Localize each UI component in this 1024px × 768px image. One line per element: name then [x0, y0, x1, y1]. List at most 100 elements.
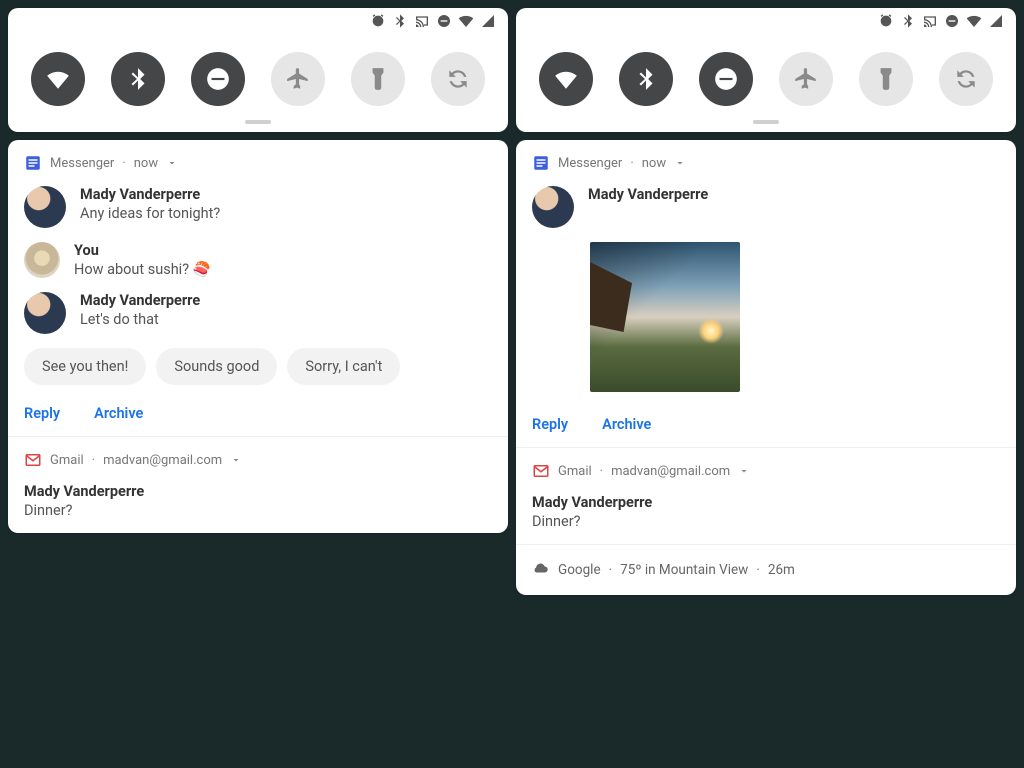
- dot-separator: ·: [122, 156, 125, 171]
- notification-header[interactable]: Messenger · now: [532, 154, 1000, 172]
- chevron-down-icon[interactable]: [738, 465, 750, 477]
- status-bar: [516, 8, 1016, 34]
- weather-notification[interactable]: Google · 75º in Mountain View · 26m: [516, 545, 1016, 595]
- alarm-icon: [878, 13, 894, 33]
- dot-separator: ·: [92, 453, 95, 468]
- cast-icon: [922, 13, 938, 33]
- signal-icon: [480, 13, 496, 33]
- cloud-icon: [532, 559, 550, 581]
- message-body: Let's do that: [80, 311, 200, 328]
- gmail-app-icon: [24, 451, 42, 469]
- message-body: Any ideas for tonight?: [80, 205, 220, 222]
- messenger-app-icon: [24, 154, 42, 172]
- dot-separator: ·: [630, 156, 633, 171]
- right-panel: Messenger · now Mady Vanderperre Reply A…: [516, 8, 1016, 760]
- avatar: [532, 186, 574, 228]
- messenger-notification[interactable]: Messenger · now Mady Vanderperre Reply A…: [516, 140, 1016, 447]
- drag-handle[interactable]: [753, 120, 779, 124]
- message-item: Mady Vanderperre Let's do that: [24, 292, 492, 334]
- airplane-tile[interactable]: [779, 52, 833, 106]
- flashlight-tile[interactable]: [351, 52, 405, 106]
- gmail-notification[interactable]: Gmail · madvan@gmail.com Mady Vanderperr…: [516, 448, 1016, 544]
- dnd-tile[interactable]: [699, 52, 753, 106]
- messenger-app-icon: [532, 154, 550, 172]
- notification-actions: Reply Archive: [532, 406, 1000, 433]
- dnd-icon: [436, 13, 452, 33]
- notifications-card: Messenger · now Mady Vanderperre Any ide…: [8, 140, 508, 533]
- cast-icon: [414, 13, 430, 33]
- smart-reply-chip[interactable]: See you then!: [24, 348, 146, 385]
- chevron-down-icon[interactable]: [674, 157, 686, 169]
- wifi-tile[interactable]: [31, 52, 85, 106]
- gmail-account: madvan@gmail.com: [103, 453, 222, 468]
- quick-settings-panel: [516, 8, 1016, 132]
- image-attachment[interactable]: [590, 242, 740, 392]
- sender-name: Mady Vanderperre: [80, 292, 200, 309]
- sender-name: Mady Vanderperre: [588, 186, 708, 203]
- gmail-notification[interactable]: Gmail · madvan@gmail.com Mady Vanderperr…: [8, 437, 508, 533]
- notification-time: now: [134, 156, 158, 171]
- reply-action[interactable]: Reply: [24, 405, 60, 422]
- rotation-tile[interactable]: [431, 52, 485, 106]
- rotation-tile[interactable]: [939, 52, 993, 106]
- chevron-down-icon[interactable]: [230, 454, 242, 466]
- sender-name: Mady Vanderperre: [80, 186, 220, 203]
- gmail-app-icon: [532, 462, 550, 480]
- notification-header[interactable]: Messenger · now: [24, 154, 492, 172]
- app-name: Gmail: [558, 464, 592, 479]
- left-panel: Messenger · now Mady Vanderperre Any ide…: [8, 8, 508, 760]
- avatar: [24, 242, 60, 278]
- app-name: Messenger: [50, 156, 114, 171]
- sender-name: You: [74, 242, 211, 259]
- email-from: Mady Vanderperre: [24, 483, 492, 500]
- bluetooth-icon: [392, 13, 408, 33]
- notification-actions: Reply Archive: [24, 395, 492, 422]
- airplane-tile[interactable]: [271, 52, 325, 106]
- message-item: You How about sushi? 🍣: [24, 242, 492, 278]
- bluetooth-tile[interactable]: [111, 52, 165, 106]
- message-item: Mady Vanderperre Any ideas for tonight?: [24, 186, 492, 228]
- bluetooth-tile[interactable]: [619, 52, 673, 106]
- wifi-tile[interactable]: [539, 52, 593, 106]
- dot-separator: ·: [756, 562, 760, 578]
- smart-reply-row: See you then! Sounds good Sorry, I can't: [24, 348, 492, 385]
- notification-time: now: [642, 156, 666, 171]
- weather-age: 26m: [768, 562, 795, 578]
- quick-settings-tiles: [8, 34, 508, 116]
- message-body: How about sushi? 🍣: [74, 261, 211, 278]
- status-bar: [8, 8, 508, 34]
- smart-reply-chip[interactable]: Sounds good: [156, 348, 277, 385]
- gmail-account: madvan@gmail.com: [611, 464, 730, 479]
- avatar: [24, 292, 66, 334]
- reply-action[interactable]: Reply: [532, 416, 568, 433]
- signal-icon: [988, 13, 1004, 33]
- bluetooth-icon: [900, 13, 916, 33]
- drag-handle[interactable]: [245, 120, 271, 124]
- weather-provider: Google: [558, 562, 601, 578]
- wifi-icon: [966, 13, 982, 33]
- avatar: [24, 186, 66, 228]
- dnd-tile[interactable]: [191, 52, 245, 106]
- chevron-down-icon[interactable]: [166, 157, 178, 169]
- messenger-notification[interactable]: Messenger · now Mady Vanderperre Any ide…: [8, 140, 508, 436]
- quick-settings-tiles: [516, 34, 1016, 116]
- app-name: Gmail: [50, 453, 84, 468]
- smart-reply-chip[interactable]: Sorry, I can't: [287, 348, 400, 385]
- alarm-icon: [370, 13, 386, 33]
- email-subject: Dinner?: [532, 513, 1000, 530]
- weather-summary: 75º in Mountain View: [620, 562, 748, 578]
- wifi-icon: [458, 13, 474, 33]
- archive-action[interactable]: Archive: [94, 405, 143, 422]
- message-item: Mady Vanderperre: [532, 186, 1000, 228]
- dot-separator: ·: [600, 464, 603, 479]
- flashlight-tile[interactable]: [859, 52, 913, 106]
- email-from: Mady Vanderperre: [532, 494, 1000, 511]
- app-name: Messenger: [558, 156, 622, 171]
- quick-settings-panel: [8, 8, 508, 132]
- email-subject: Dinner?: [24, 502, 492, 519]
- notification-header[interactable]: Gmail · madvan@gmail.com: [24, 451, 492, 469]
- archive-action[interactable]: Archive: [602, 416, 651, 433]
- notification-header[interactable]: Gmail · madvan@gmail.com: [532, 462, 1000, 480]
- dnd-icon: [944, 13, 960, 33]
- dot-separator: ·: [609, 562, 613, 578]
